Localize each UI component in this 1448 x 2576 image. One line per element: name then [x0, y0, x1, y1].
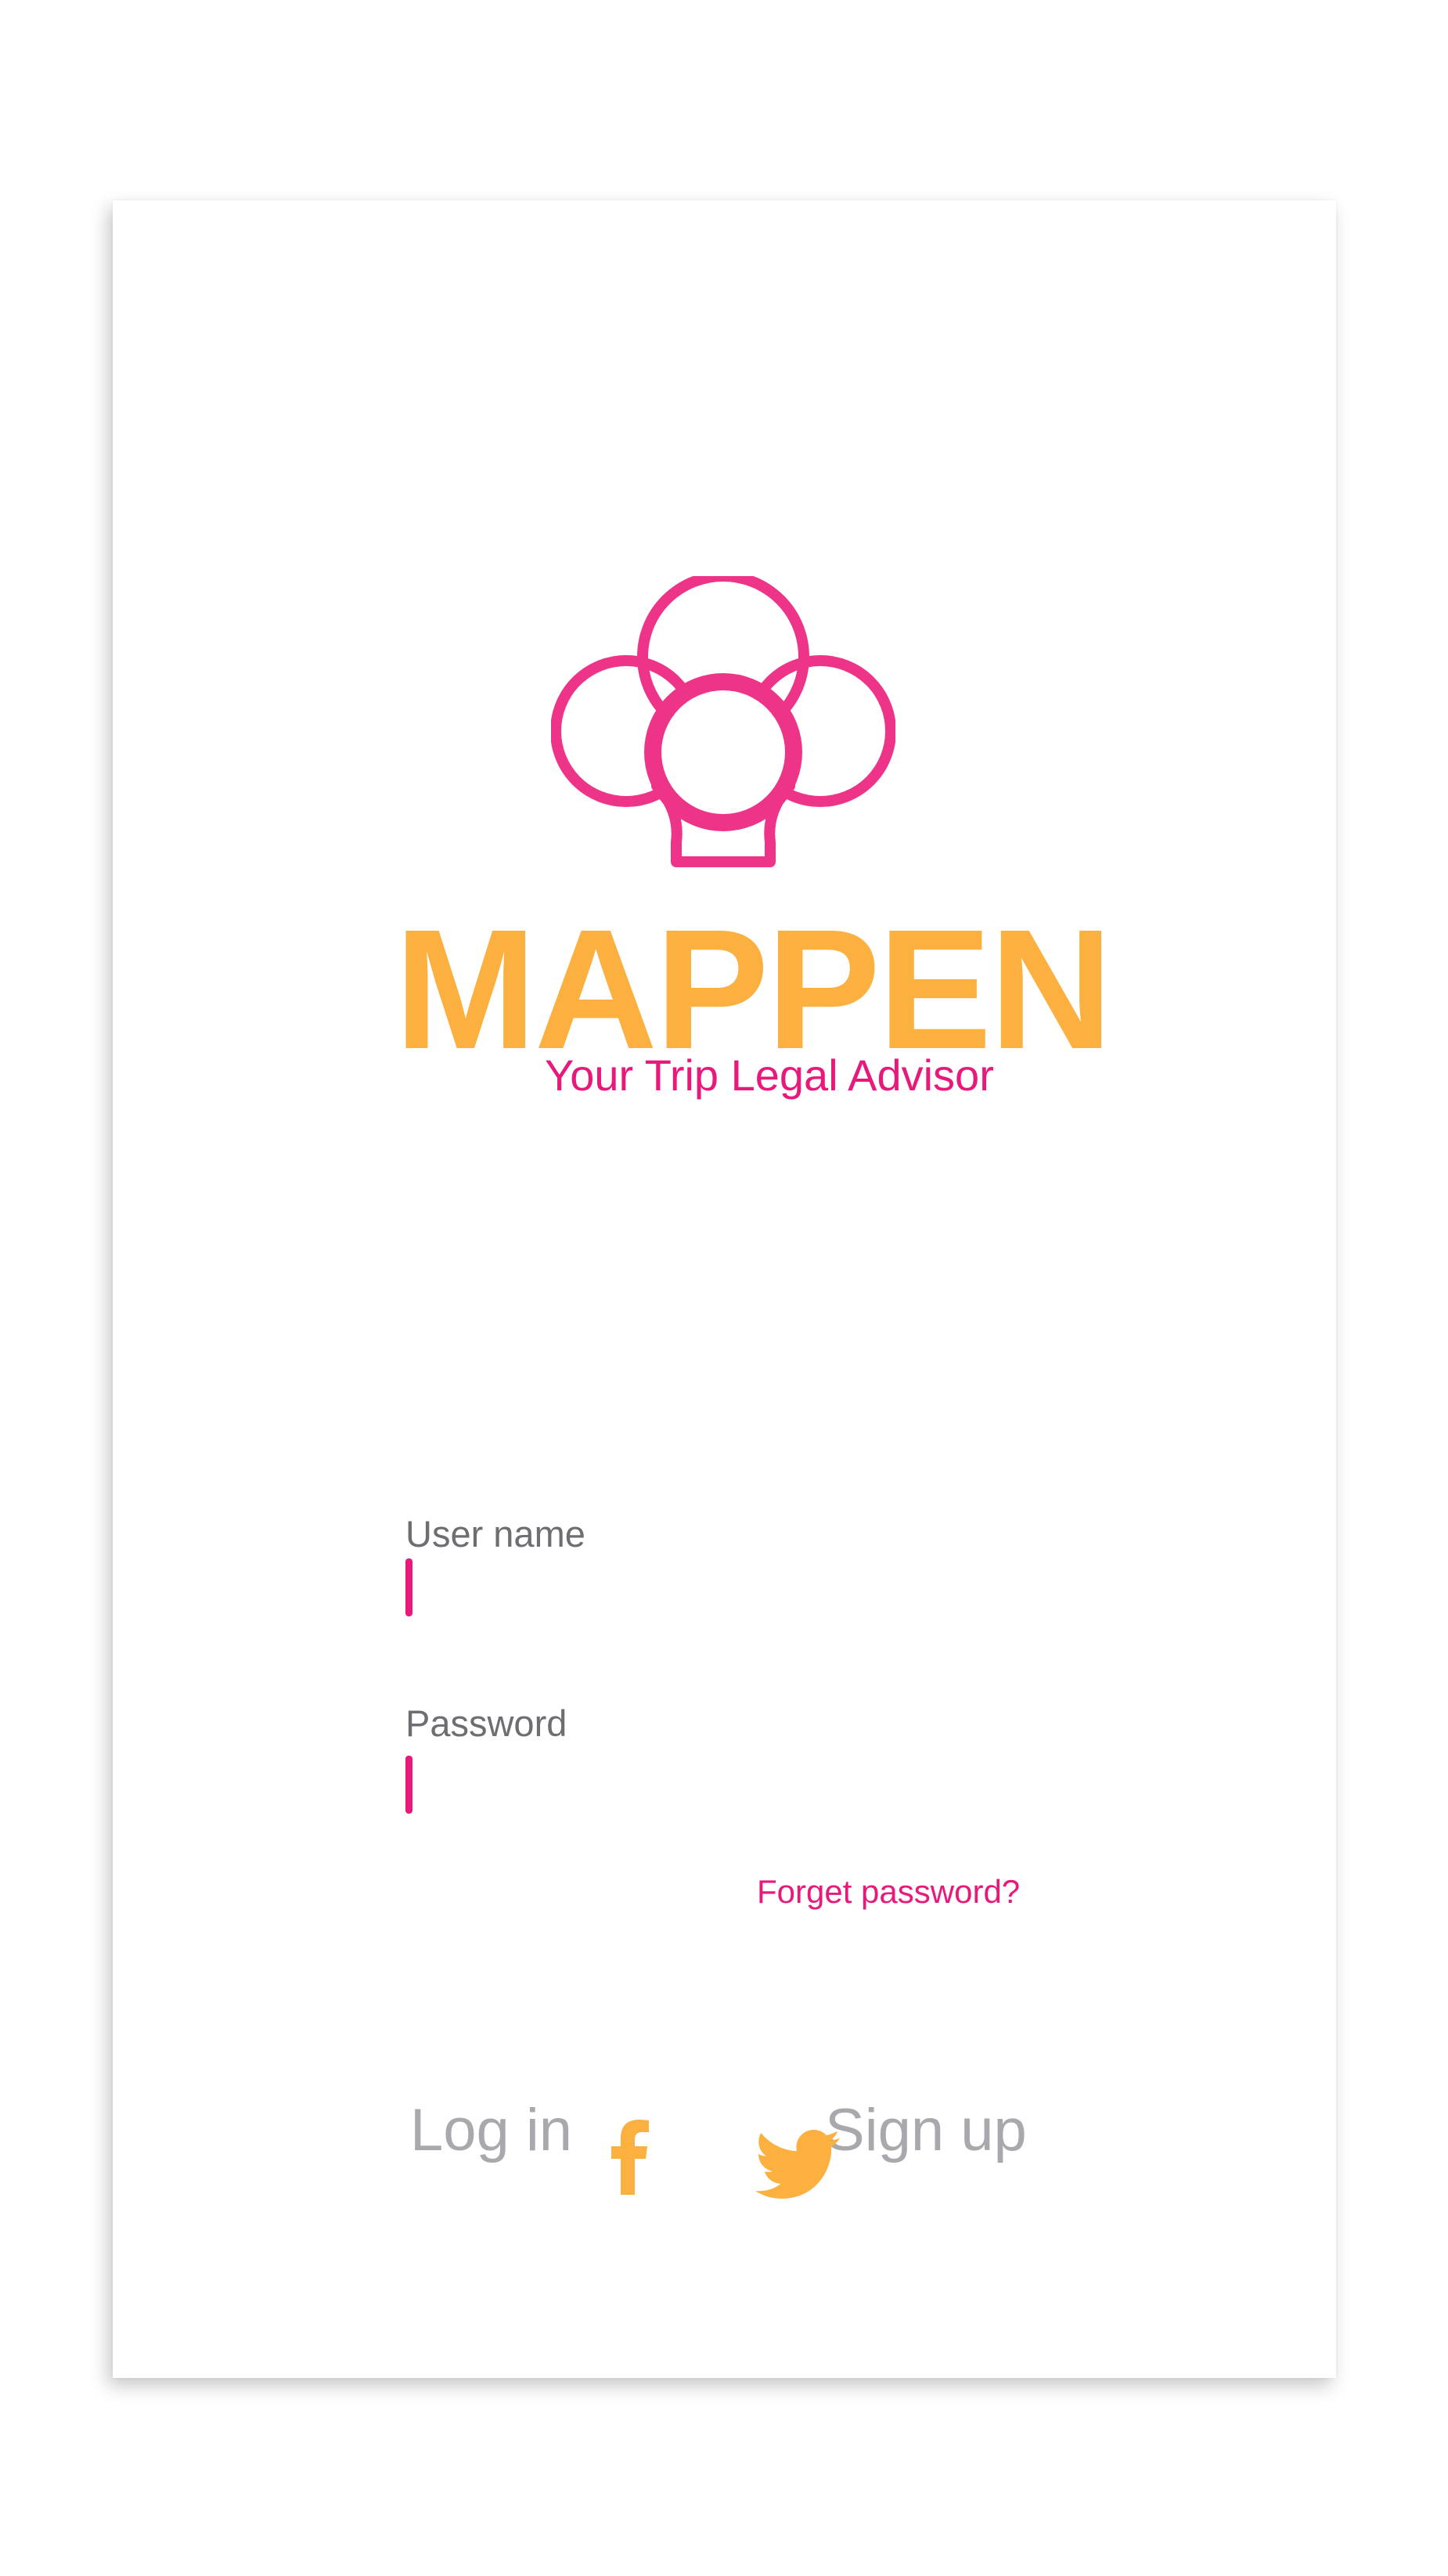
- forgot-password-link[interactable]: Forget password?: [757, 1875, 1020, 1908]
- password-label: Password: [405, 1702, 567, 1744]
- facebook-icon[interactable]: [610, 2120, 657, 2195]
- password-input[interactable]: [405, 1748, 1113, 1820]
- twitter-icon[interactable]: [755, 2130, 841, 2199]
- app-tagline: Your Trip Legal Advisor: [545, 1050, 994, 1100]
- username-input[interactable]: [405, 1551, 1113, 1623]
- login-card: MAPPEN Your Trip Legal Advisor User name…: [113, 200, 1336, 2378]
- signup-button[interactable]: Sign up: [825, 2101, 1027, 2160]
- login-button[interactable]: Log in: [410, 2101, 572, 2160]
- chef-hat-logo-icon: [551, 576, 895, 867]
- username-label: User name: [405, 1513, 585, 1555]
